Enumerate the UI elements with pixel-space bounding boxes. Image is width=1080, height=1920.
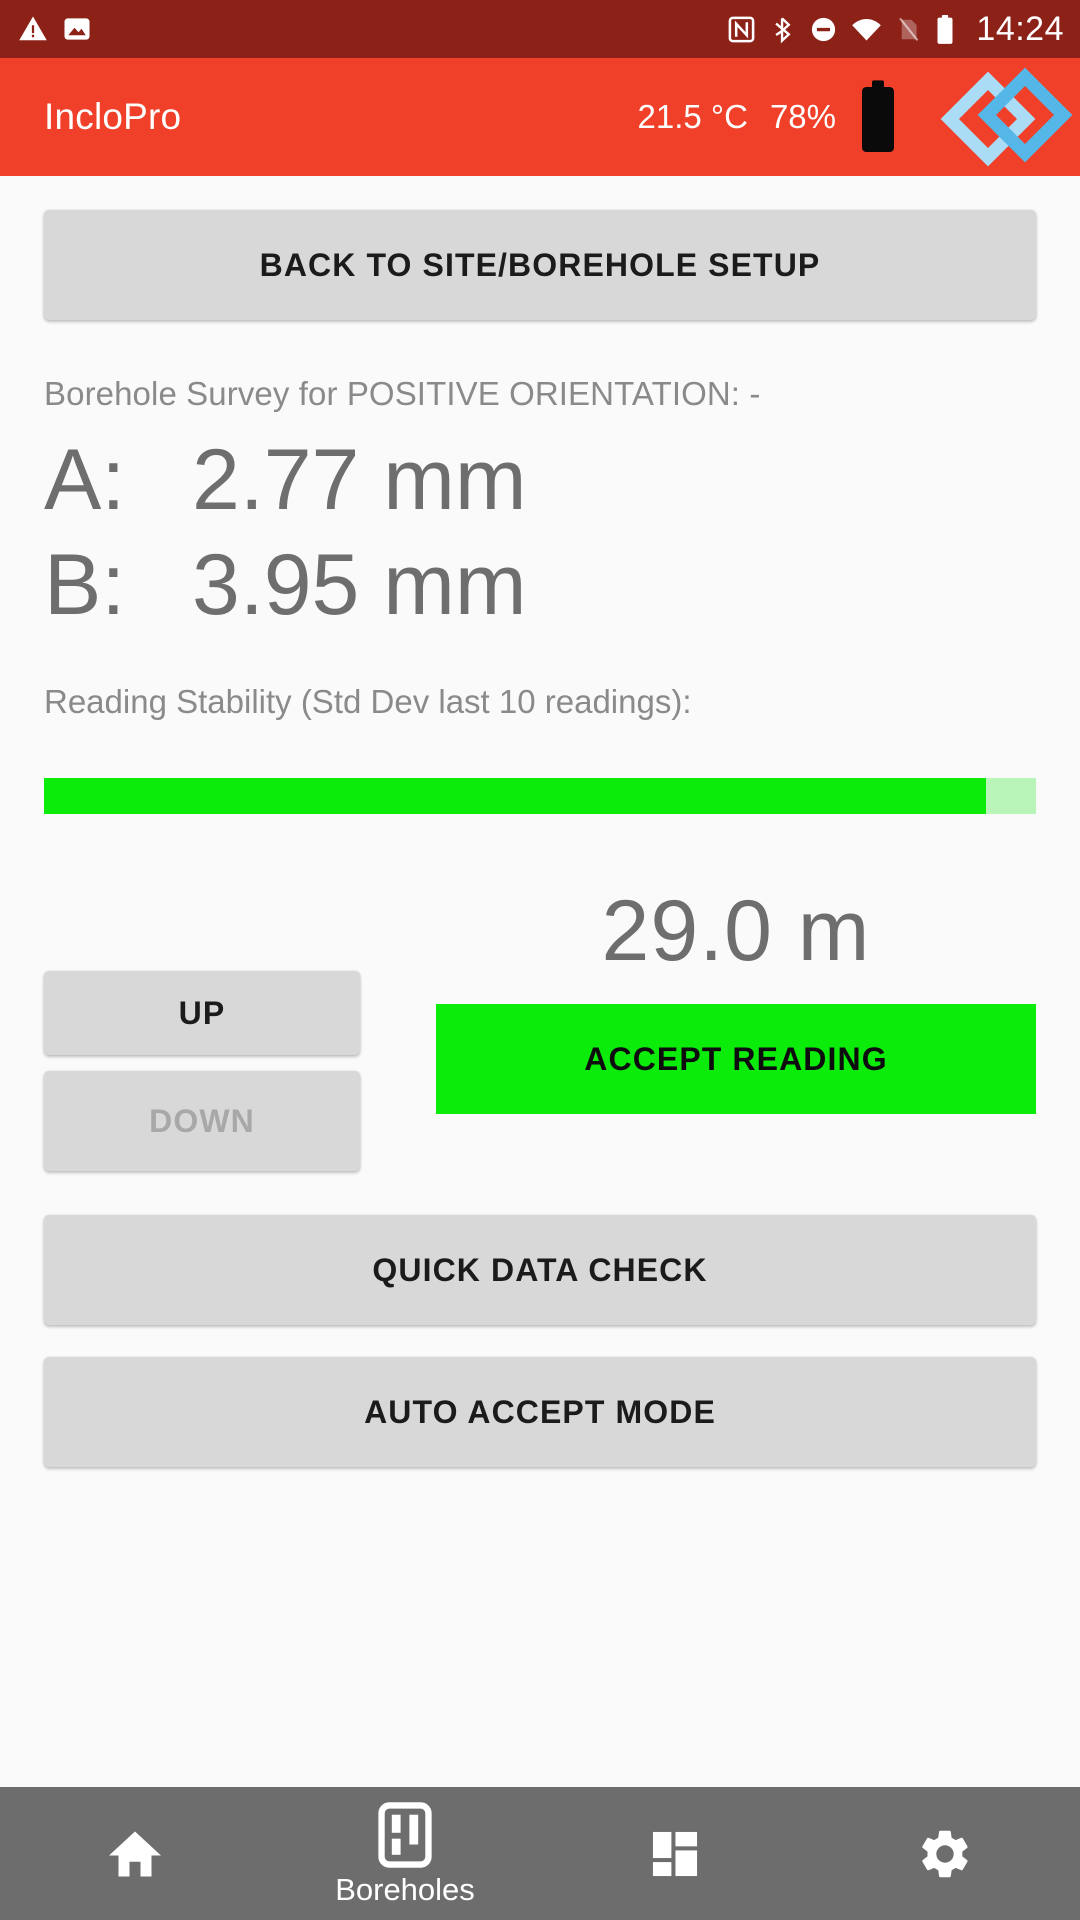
borehole-icon bbox=[378, 1802, 432, 1868]
wifi-icon bbox=[851, 15, 882, 44]
bluetooth-icon bbox=[769, 15, 796, 44]
incliopro-diamond-logo bbox=[930, 58, 1080, 176]
device-battery-percent: 78% bbox=[769, 98, 836, 135]
accept-reading-button[interactable]: ACCEPT READING bbox=[436, 1004, 1036, 1115]
survey-orientation-label: Borehole Survey for POSITIVE ORIENTATION… bbox=[44, 375, 761, 412]
reading-stability-label: Reading Stability (Std Dev last 10 readi… bbox=[44, 683, 692, 720]
dashboard-grid-icon bbox=[648, 1827, 702, 1881]
depth-down-button[interactable]: DOWN bbox=[44, 1071, 360, 1171]
gear-icon bbox=[916, 1825, 974, 1883]
nav-item-settings[interactable] bbox=[810, 1787, 1080, 1920]
status-bar-left-icons bbox=[18, 14, 92, 44]
reading-b-key: B: bbox=[44, 537, 126, 633]
auto-accept-mode-button[interactable]: AUTO ACCEPT MODE bbox=[44, 1357, 1036, 1467]
image-icon bbox=[62, 14, 92, 44]
current-depth-value: 29.0 m bbox=[601, 883, 871, 979]
no-sim-card-icon bbox=[895, 15, 922, 44]
quick-data-check-button[interactable]: QUICK DATA CHECK bbox=[44, 1215, 1036, 1325]
home-icon bbox=[105, 1824, 165, 1884]
app-title: IncloPro bbox=[44, 96, 182, 137]
back-to-setup-button[interactable]: BACK TO SITE/BOREHOLE SETUP bbox=[44, 210, 1036, 320]
nav-item-home[interactable] bbox=[0, 1787, 270, 1920]
status-bar-right-icons: 14:24 bbox=[727, 10, 1064, 49]
device-battery-icon bbox=[858, 80, 898, 154]
reading-a-value: 2.77 mm bbox=[192, 432, 527, 528]
depth-up-button[interactable]: UP bbox=[44, 971, 360, 1055]
reading-b-value: 3.95 mm bbox=[192, 537, 527, 633]
battery-full-icon bbox=[935, 14, 955, 45]
warning-triangle-icon bbox=[18, 14, 48, 44]
app-root: 14:24 IncloPro 21.5 °C 78% BACK TO SITE/… bbox=[0, 0, 1080, 1920]
status-bar-clock: 14:24 bbox=[976, 9, 1064, 48]
app-header-bar: IncloPro 21.5 °C 78% bbox=[0, 58, 1080, 176]
reading-row-a: A: 2.77 mm bbox=[44, 431, 1036, 530]
bottom-navigation-bar: Boreholes bbox=[0, 1787, 1080, 1920]
depth-control-block: UP DOWN 29.0 m ACCEPT READING bbox=[44, 886, 1036, 1171]
reading-stability-bar bbox=[44, 778, 1036, 814]
nav-item-dashboard[interactable] bbox=[540, 1787, 810, 1920]
do-not-disturb-icon bbox=[809, 15, 838, 44]
nfc-icon bbox=[727, 15, 756, 44]
android-status-bar: 14:24 bbox=[0, 0, 1080, 58]
depth-and-accept-group: 29.0 m ACCEPT READING bbox=[436, 883, 1036, 1115]
main-content: BACK TO SITE/BOREHOLE SETUP Borehole Sur… bbox=[0, 176, 1080, 1787]
nav-item-boreholes[interactable]: Boreholes bbox=[270, 1787, 540, 1920]
temperature-readout: 21.5 °C bbox=[637, 98, 748, 135]
nav-item-boreholes-label: Boreholes bbox=[335, 1872, 475, 1907]
depth-stepper-group: UP DOWN bbox=[44, 886, 360, 1171]
reading-stability-bar-fill bbox=[44, 778, 987, 814]
reading-a-key: A: bbox=[44, 432, 126, 528]
app-header-status-group: 21.5 °C 78% bbox=[638, 58, 1080, 176]
reading-row-b: B: 3.95 mm bbox=[44, 536, 1036, 635]
